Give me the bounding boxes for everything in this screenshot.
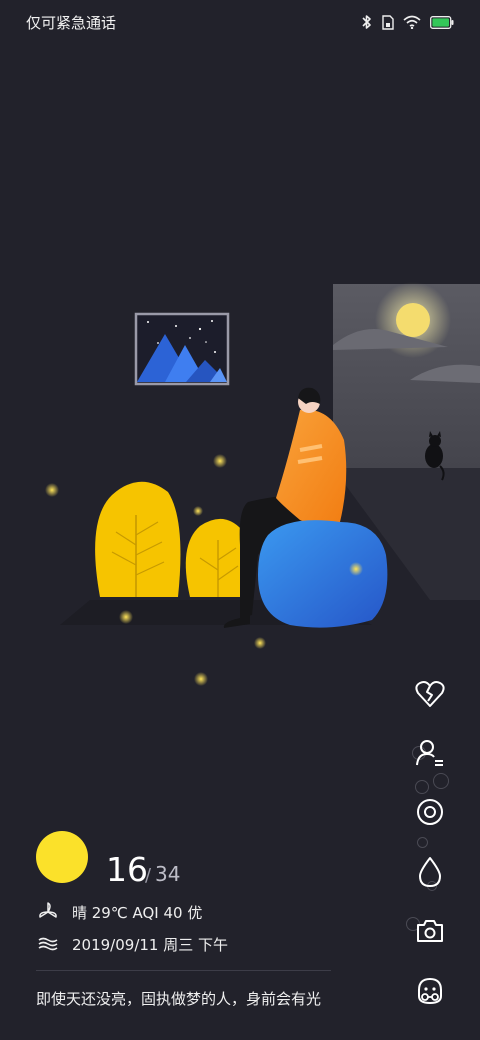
water-drop-icon xyxy=(419,857,441,887)
mascot-face-icon xyxy=(418,977,442,1005)
high-temperature: 34 xyxy=(155,862,181,886)
wallpaper-illustration xyxy=(45,282,480,686)
windmill-icon xyxy=(36,900,60,924)
divider xyxy=(36,970,331,971)
weather-condition-text: 晴 29℃ AQI 40 优 xyxy=(72,903,203,922)
date-text: 2019/09/11 周三 下午 xyxy=(72,935,228,954)
camera-icon xyxy=(417,920,443,942)
target-button[interactable] xyxy=(412,794,448,830)
blue-cushion-seat xyxy=(258,520,388,628)
moon xyxy=(396,303,430,337)
weather-widget: 16 / 34 晴 29℃ AQI 40 优 2019/09/11 周三 下午 … xyxy=(0,820,380,1040)
water-drop-button[interactable] xyxy=(412,854,448,890)
right-side-menu xyxy=(400,665,462,1025)
mascot-face-button[interactable] xyxy=(412,973,448,1009)
target-icon xyxy=(417,799,443,825)
quote-text: 即使天还没亮，固执做梦的人，身前会有光 xyxy=(36,990,322,1008)
camera-button[interactable] xyxy=(412,913,448,949)
yellow-plants xyxy=(95,481,250,597)
bubble-decoration xyxy=(415,780,429,794)
broken-heart-icon xyxy=(415,681,445,707)
current-temperature: 16 xyxy=(106,850,148,889)
bubble-decoration xyxy=(417,837,428,848)
broken-heart-button[interactable] xyxy=(412,676,448,712)
date-row: 2019/09/11 周三 下午 xyxy=(36,932,228,956)
user-settings-icon xyxy=(416,740,443,766)
weather-condition-row: 晴 29℃ AQI 40 优 xyxy=(36,900,202,924)
sun-icon xyxy=(36,831,88,883)
temperature-separator: / xyxy=(145,865,152,886)
wall-painting xyxy=(134,312,230,386)
user-settings-button[interactable] xyxy=(412,735,448,771)
bubble-decoration xyxy=(433,773,449,789)
wave-icon xyxy=(36,932,60,956)
